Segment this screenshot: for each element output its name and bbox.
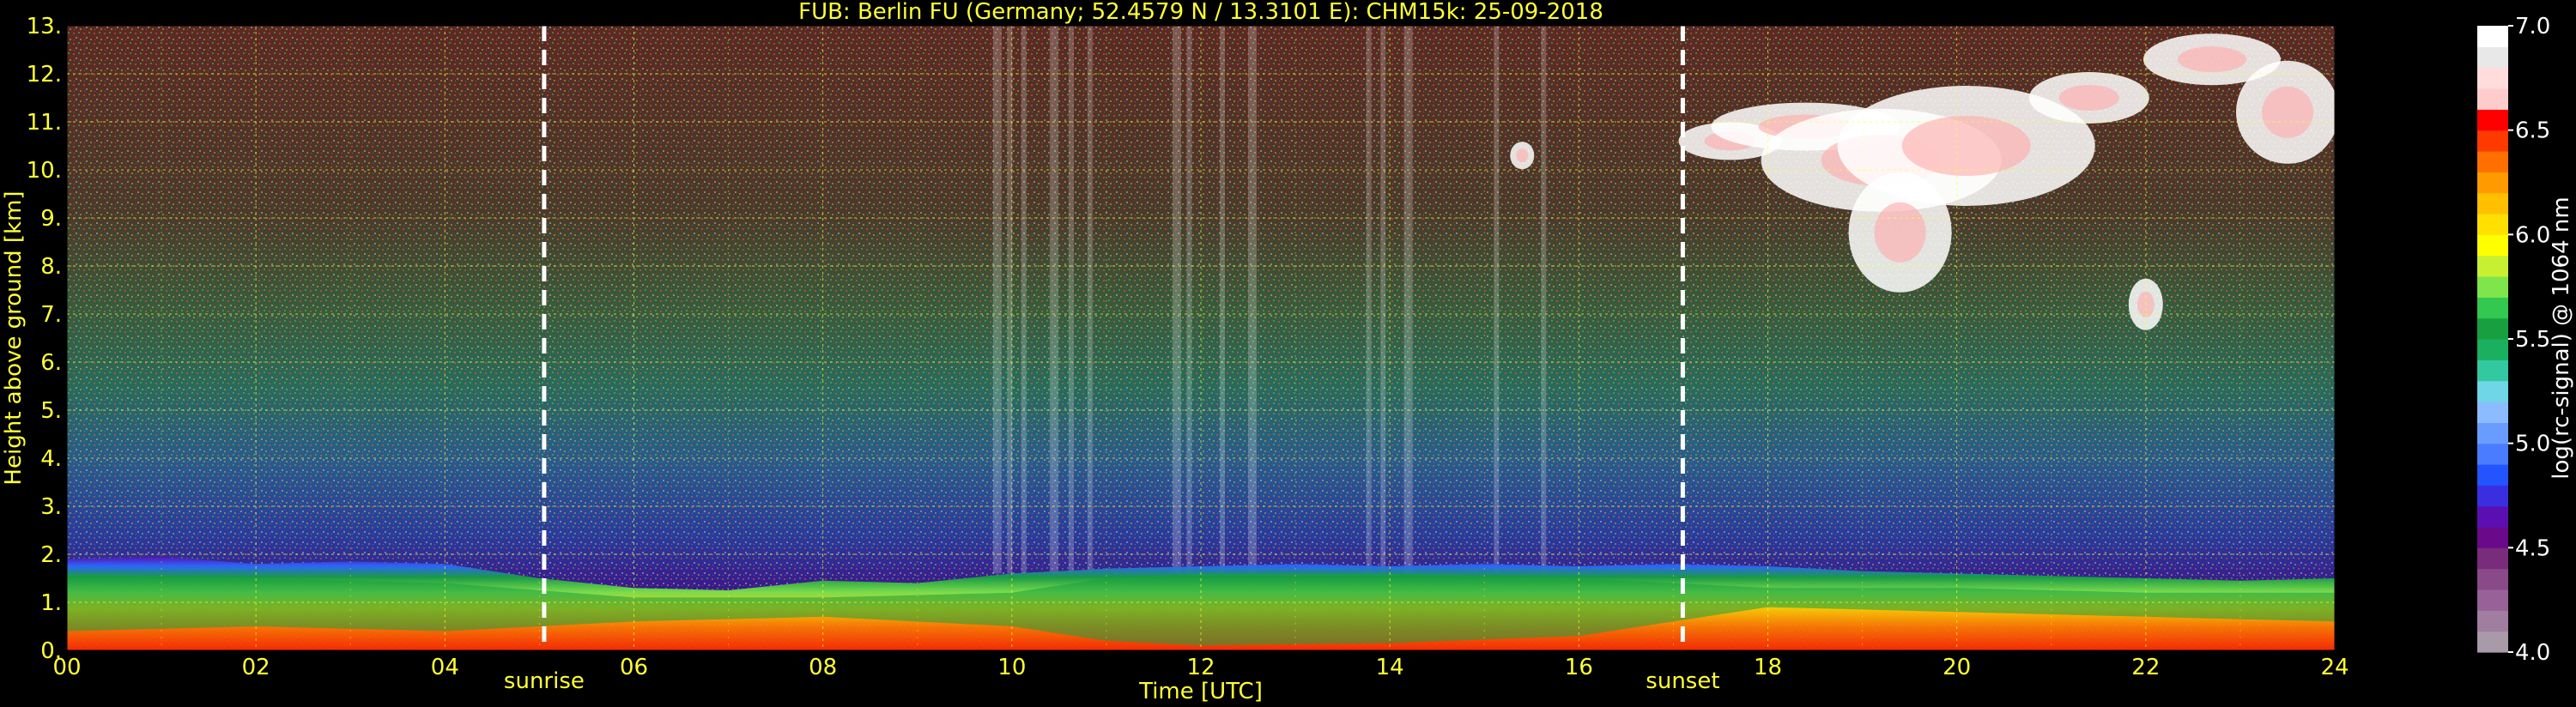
- cloud-core: [1901, 116, 2031, 176]
- colorbar-tick-label: 6.5: [2515, 118, 2550, 144]
- colorbar-segment: [2477, 88, 2508, 110]
- y-tick-label: 2.: [40, 542, 62, 568]
- colorbar-segment: [2477, 339, 2508, 360]
- colorbar-segment: [2477, 255, 2508, 277]
- x-tick-label: 22: [2131, 655, 2160, 680]
- cloud-core: [2262, 86, 2313, 138]
- streak: [1173, 26, 1181, 574]
- streak: [1366, 26, 1372, 574]
- x-tick-label: 20: [1943, 655, 1971, 680]
- x-tick-label: 12: [1186, 655, 1215, 680]
- colorbar-segment: [2477, 610, 2508, 632]
- x-axis-label: Time [UTC]: [1138, 679, 1263, 704]
- cloud-core: [2177, 46, 2246, 73]
- x-tick-label: 14: [1376, 655, 1404, 680]
- streak: [1049, 26, 1058, 574]
- colorbar-segment: [2477, 380, 2508, 402]
- colorbar-segment: [2477, 234, 2508, 257]
- colorbar-tick-label: 4.0: [2515, 640, 2550, 666]
- streak: [1248, 26, 1257, 574]
- colorbar-segment: [2477, 26, 2508, 47]
- y-tick-label: 10.: [27, 158, 62, 184]
- colorbar-segment: [2477, 589, 2508, 611]
- colorbar-segment: [2477, 67, 2508, 89]
- colorbar-tick-label: 5.0: [2515, 432, 2550, 457]
- colorbar-segment: [2477, 464, 2508, 486]
- streak: [1220, 26, 1225, 574]
- colorbar-segment: [2477, 527, 2508, 548]
- event-labels: sunrise sunset: [504, 668, 1720, 694]
- colorbar-segment: [2477, 402, 2508, 423]
- y-tick-label: 3.: [40, 494, 62, 520]
- colorbar-segment: [2477, 46, 2508, 69]
- colorbar-segment: [2477, 276, 2508, 298]
- colorbar-segment: [2477, 505, 2508, 528]
- colorbar-segment: [2477, 192, 2508, 215]
- y-axis-ticks: 0. 1. 2. 3. 4. 5. 6. 7. 8. 9. 10. 11. 12. 13.: [27, 14, 62, 664]
- lidar-chart: FUB: Berlin FU (Germany; 52.4579 N / 13.…: [1, 0, 2574, 704]
- streak: [1403, 26, 1413, 574]
- sunrise-label: sunrise: [504, 668, 585, 694]
- y-tick-label: 8.: [40, 254, 62, 280]
- streak: [1186, 26, 1192, 574]
- x-tick-label: 16: [1565, 655, 1593, 680]
- cloud-core: [1516, 148, 1529, 163]
- colorbar-segment: [2477, 568, 2508, 590]
- sunset-label: sunset: [1646, 668, 1719, 694]
- y-tick-label: 13.: [27, 14, 62, 39]
- x-tick-label: 10: [997, 655, 1026, 680]
- cloud-core: [1874, 202, 1926, 263]
- colorbar-segment: [2477, 130, 2508, 152]
- colorbar-tick-label: 5.5: [2515, 327, 2550, 353]
- x-axis-ticks: 00 02 04 06 08 10 12 14 16 18 20 22 24: [52, 655, 2349, 680]
- x-tick-label: 18: [1754, 655, 1782, 680]
- x-tick-label: 24: [2320, 655, 2349, 680]
- colorbar-segment: [2477, 214, 2508, 235]
- colorbar-segment: [2477, 172, 2508, 194]
- colorbar-tick-label: 6.0: [2515, 222, 2550, 248]
- y-tick-label: 0.: [40, 638, 62, 664]
- y-tick-label: 6.: [40, 350, 62, 376]
- streak: [1068, 26, 1074, 574]
- cloud-core: [2058, 85, 2119, 111]
- streak: [1021, 26, 1027, 574]
- y-tick-label: 12.: [27, 62, 62, 88]
- y-tick-label: 9.: [40, 206, 62, 232]
- plot-area: [67, 26, 2335, 650]
- x-tick-label: 02: [242, 655, 270, 680]
- y-tick-label: 11.: [27, 110, 62, 136]
- colorbar: [2477, 26, 2508, 653]
- colorbar-segment: [2477, 317, 2508, 340]
- colorbar-segment: [2477, 443, 2508, 465]
- y-axis-label: Height above ground [km]: [1, 190, 27, 485]
- x-tick-label: 06: [620, 655, 648, 680]
- colorbar-tick-label: 7.0: [2515, 14, 2550, 39]
- x-tick-label: 04: [431, 655, 459, 680]
- colorbar-segment: [2477, 547, 2508, 570]
- x-tick-label: 08: [809, 655, 837, 680]
- colorbar-segment: [2477, 422, 2508, 444]
- streak: [1494, 26, 1500, 574]
- y-tick-label: 7.: [40, 302, 62, 328]
- colorbar-segment: [2477, 151, 2508, 172]
- y-tick-label: 1.: [40, 590, 62, 616]
- colorbar-tick-label: 4.5: [2515, 535, 2550, 561]
- colorbar-segment: [2477, 297, 2508, 319]
- streak: [1541, 26, 1547, 574]
- streak: [1380, 26, 1386, 574]
- streak: [1007, 26, 1013, 574]
- y-tick-label: 4.: [40, 446, 62, 472]
- colorbar-segment: [2477, 631, 2508, 653]
- colorbar-ticks: 4.0 4.5 5.0 5.5 6.0 6.5 7.0: [2508, 14, 2550, 666]
- streak: [1087, 26, 1093, 574]
- chart-title: FUB: Berlin FU (Germany; 52.4579 N / 13.…: [798, 0, 1603, 25]
- colorbar-segment: [2477, 485, 2508, 507]
- colorbar-label: log(rc-signal) @ 1064 nm: [2549, 196, 2574, 479]
- streak: [992, 26, 1002, 574]
- colorbar-segment: [2477, 360, 2508, 382]
- y-tick-label: 5.: [40, 398, 62, 424]
- colorbar-segment: [2477, 109, 2508, 131]
